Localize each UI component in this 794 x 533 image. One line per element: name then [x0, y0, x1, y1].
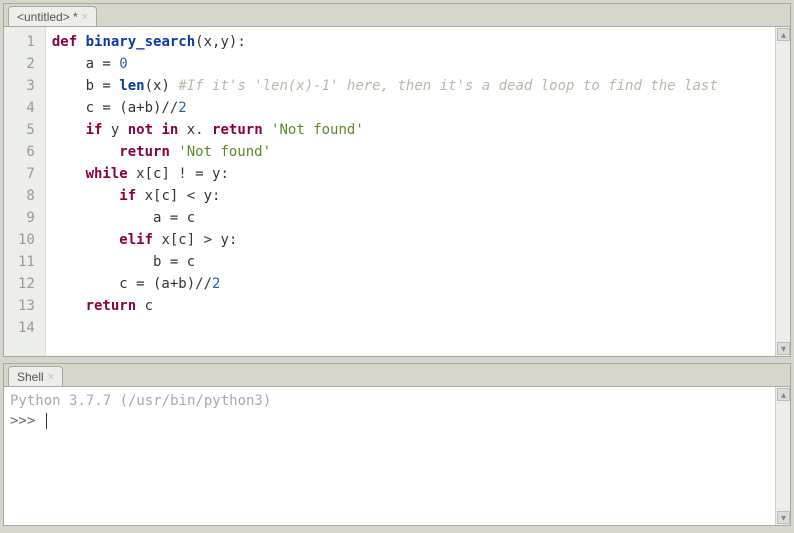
line-number: 3	[18, 75, 35, 97]
editor-scrollbar[interactable]: ▴ ▾	[775, 27, 790, 356]
line-number: 4	[18, 97, 35, 119]
line-number: 2	[18, 53, 35, 75]
shell-tab-row: Shell ×	[4, 364, 790, 386]
cursor-icon	[46, 413, 47, 429]
line-number: 7	[18, 163, 35, 185]
editor-tab-label: <untitled> *	[17, 9, 78, 25]
shell-pane: Shell × Python 3.7.7 (/usr/bin/python3) …	[3, 363, 791, 526]
shell-prompt: >>>	[10, 413, 44, 429]
close-icon[interactable]: ×	[82, 9, 88, 25]
shell-tab-label: Shell	[17, 369, 44, 385]
close-icon[interactable]: ×	[48, 369, 54, 385]
line-number: 14	[18, 317, 35, 339]
shell-text[interactable]: Python 3.7.7 (/usr/bin/python3) >>>	[4, 387, 775, 525]
shell-body[interactable]: Python 3.7.7 (/usr/bin/python3) >>> ▴ ▾	[4, 386, 790, 525]
shell-banner: Python 3.7.7 (/usr/bin/python3)	[10, 393, 271, 409]
line-number: 5	[18, 119, 35, 141]
scroll-down-icon[interactable]: ▾	[777, 511, 790, 524]
editor-tab-row: <untitled> * ×	[4, 4, 790, 26]
line-number: 13	[18, 295, 35, 317]
shell-tab[interactable]: Shell ×	[8, 366, 63, 386]
code-area[interactable]: def binary_search(x,y): a = 0 b = len(x)…	[46, 27, 775, 356]
line-number-gutter: 1 2 3 4 5 6 7 8 9 10 11 12 13 14	[4, 27, 46, 356]
line-number: 6	[18, 141, 35, 163]
line-number: 8	[18, 185, 35, 207]
line-number: 11	[18, 251, 35, 273]
scroll-up-icon[interactable]: ▴	[777, 388, 790, 401]
shell-scrollbar[interactable]: ▴ ▾	[775, 387, 790, 525]
editor-body[interactable]: 1 2 3 4 5 6 7 8 9 10 11 12 13 14 def bin…	[4, 26, 790, 356]
line-number: 1	[18, 31, 35, 53]
line-number: 10	[18, 229, 35, 251]
line-number: 9	[18, 207, 35, 229]
editor-pane: <untitled> * × 1 2 3 4 5 6 7 8 9 10 11 1…	[3, 3, 791, 357]
scroll-up-icon[interactable]: ▴	[777, 28, 790, 41]
line-number: 12	[18, 273, 35, 295]
scroll-down-icon[interactable]: ▾	[777, 342, 790, 355]
editor-tab[interactable]: <untitled> * ×	[8, 6, 97, 26]
